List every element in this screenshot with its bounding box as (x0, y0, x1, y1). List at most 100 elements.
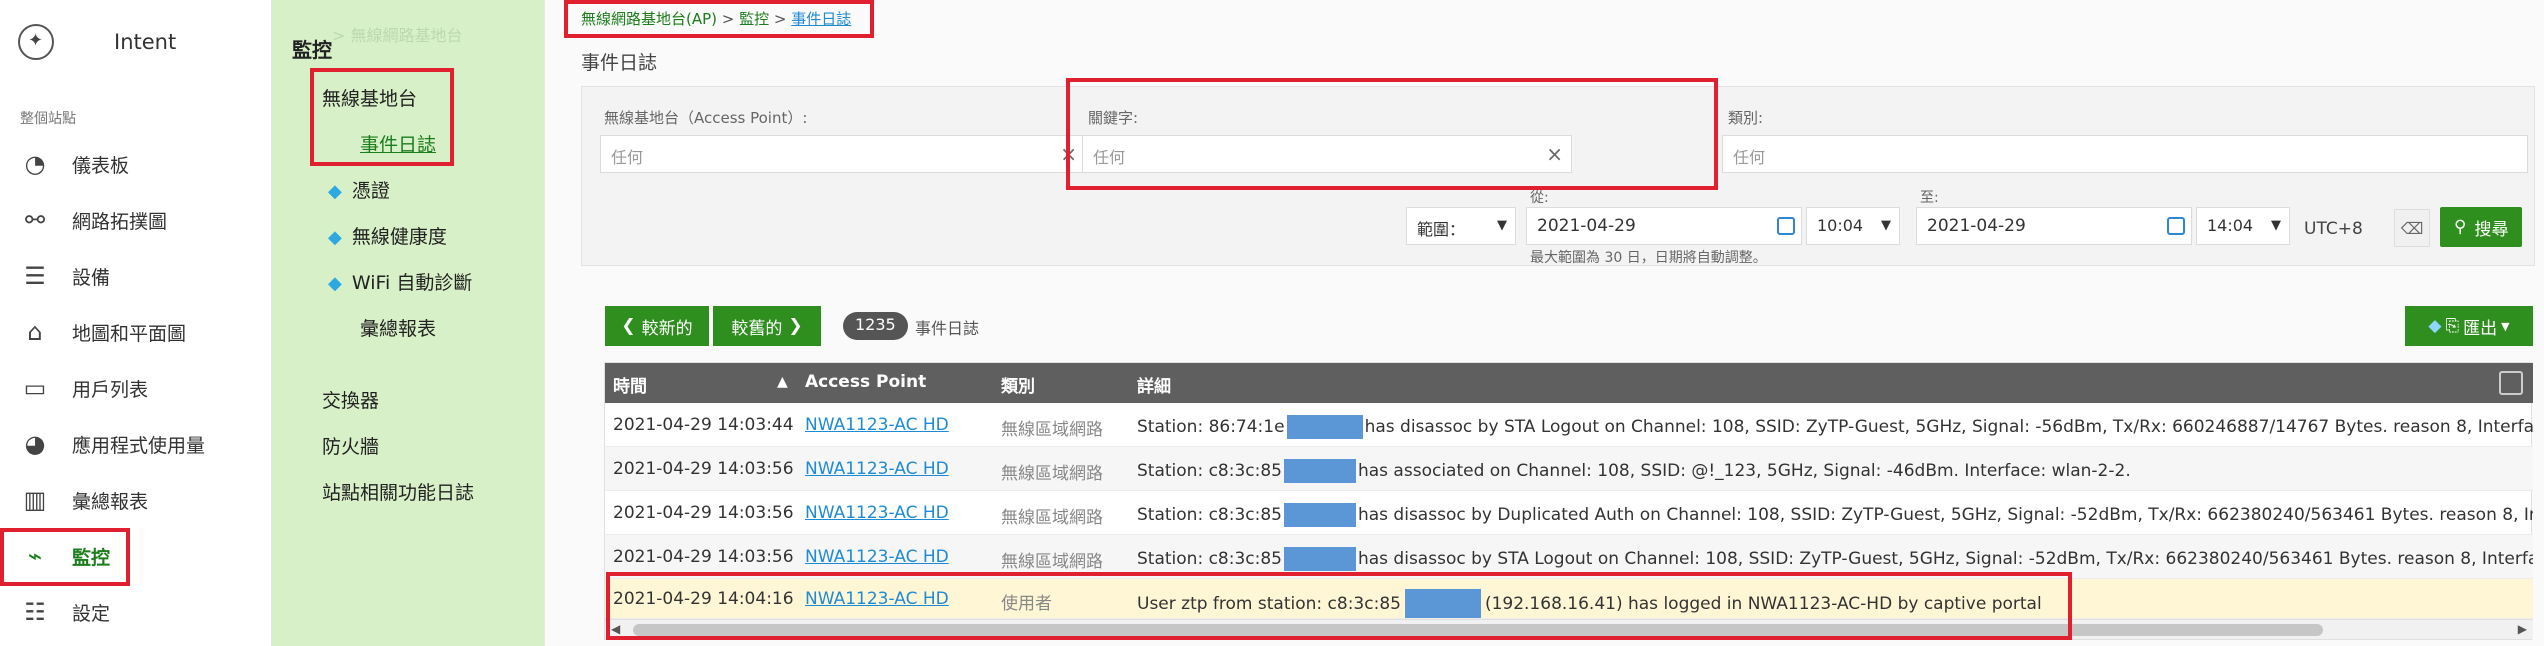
calendar-icon[interactable] (1777, 217, 1795, 235)
export-label: 匯出 (2463, 318, 2498, 339)
nav-label: 設定 (72, 602, 111, 625)
subnav-label: 憑證 (351, 180, 390, 202)
cell-ap-link[interactable]: NWA1123-AC HD (805, 547, 949, 567)
brand[interactable]: Intent (18, 22, 176, 62)
column-menu-icon[interactable] (2499, 371, 2523, 395)
cell-ap-link[interactable]: NWA1123-AC HD (805, 459, 949, 479)
newer-button[interactable]: ❮ 較新的 (605, 306, 709, 346)
to-time-value: 14:04 (2207, 216, 2254, 235)
annotation-monitor (0, 528, 130, 586)
ap-filter-input[interactable]: 任何 × (600, 135, 1086, 173)
subnav-item-site-logs[interactable]: 站點相關功能日誌 (322, 478, 474, 505)
subnav-item-wireless-health[interactable]: ◆ 無線健康度 (328, 222, 447, 249)
subnav-item-switch[interactable]: 交換器 (322, 386, 379, 413)
timezone-label: UTC+8 (2304, 219, 2363, 239)
page-title: 事件日誌 (581, 52, 658, 74)
calendar-icon[interactable] (2167, 217, 2185, 235)
from-date-input[interactable]: 2021-04-29 (1526, 207, 1802, 245)
cell-detail: Station: c8:3c:85 has associated on Chann… (1137, 459, 2131, 483)
newer-label: 較新的 (641, 318, 693, 339)
redaction-box (1286, 415, 1363, 439)
to-time-select[interactable]: 14:04 ▼ (2196, 207, 2290, 245)
from-date-value: 2021-04-29 (1537, 216, 1636, 236)
count-badge: 1235 (843, 312, 908, 340)
search-button[interactable]: ⚲ 搜尋 (2440, 207, 2523, 247)
cell-category: 無線區域網路 (1001, 464, 1103, 484)
nav-item-topology[interactable]: ⚯ 網路拓撲圖 (0, 196, 272, 244)
subnav-item-certificates[interactable]: ◆ 憑證 (328, 176, 390, 203)
annotation-login-row (606, 572, 2072, 640)
range-select[interactable]: 範圍： ▼ (1406, 207, 1516, 245)
detail-prefix: Station: c8:3c:85 (1137, 461, 1282, 481)
nav-item-clients[interactable]: ▭ 用戶列表 (0, 364, 272, 412)
cell-ap-link[interactable]: NWA1123-AC HD (805, 415, 949, 435)
chevron-down-icon: ▼ (2271, 218, 2281, 233)
table-row[interactable]: 2021-04-29 14:03:56 NWA1123-AC HD 無線區域網路… (605, 447, 2533, 491)
category-input[interactable]: 任何 (1722, 135, 2528, 173)
annotation-breadcrumb (564, 0, 874, 38)
chevron-down-icon: ▼ (2501, 319, 2510, 333)
detail-suffix: has disassoc by Duplicated Auth on Chann… (1357, 505, 2533, 525)
subnav-item-wifi-aid[interactable]: ◆ WiFi 自動診斷 (328, 268, 472, 295)
range-label: 範圍： (1417, 220, 1466, 239)
intent-logo-icon (18, 24, 54, 60)
nav-label: 應用程式使用量 (72, 434, 206, 457)
ap-filter-label: 無線基地台（Access Point）: (604, 109, 808, 127)
subnav-item-firewall[interactable]: 防火牆 (322, 432, 379, 459)
scroll-right-icon[interactable]: ▶ (2518, 622, 2527, 636)
site-section-label: 整個站點 (20, 111, 76, 127)
table-row[interactable]: 2021-04-29 14:03:44 NWA1123-AC HD 無線區域網路… (605, 403, 2533, 447)
cell-detail: Station: c8:3c:85 has disassoc by STA Log… (1137, 547, 2533, 571)
header-ap[interactable]: Access Point (805, 372, 926, 392)
to-date-input[interactable]: 2021-04-29 (1916, 207, 2192, 245)
nav-item-app-usage[interactable]: ◕ 應用程式使用量 (0, 420, 272, 468)
devices-icon: ☰ (24, 262, 46, 290)
cell-ap-link[interactable]: NWA1123-AC HD (805, 503, 949, 523)
redaction-box (1283, 503, 1356, 527)
search-label: 搜尋 (2474, 219, 2509, 240)
clear-filter-button[interactable]: ⌫ (2394, 209, 2430, 247)
nav-item-reports[interactable]: ▥ 彙總報表 (0, 476, 272, 524)
export-icon: ⎘ (2445, 316, 2460, 336)
cell-category: 無線區域網路 (1001, 508, 1103, 528)
annotation-keyword (1066, 78, 1718, 190)
diamond-icon: ◆ (328, 181, 342, 202)
nav-item-map[interactable]: ⌂ 地圖和平面圖 (0, 308, 272, 356)
table-row[interactable]: 2021-04-29 14:03:56 NWA1123-AC HD 無線區域網路… (605, 491, 2533, 535)
category-label: 類別: (1728, 109, 1764, 127)
cell-detail: Station: 86:74:1e has disassoc by STA Log… (1137, 415, 2533, 439)
app-root: Intent 整個站點 ◔ 儀表板 ⚯ 網路拓撲圖 ☰ 設備 ⌂ 地圖和平面圖 … (0, 0, 2544, 646)
to-date-value: 2021-04-29 (1927, 216, 2026, 236)
header-category[interactable]: 類別 (1001, 372, 1035, 397)
from-label: 從: (1530, 190, 1549, 206)
from-time-select[interactable]: 10:04 ▼ (1806, 207, 1900, 245)
topology-icon: ⚯ (24, 206, 46, 234)
nav-label: 彙總報表 (72, 490, 149, 513)
nav-item-settings[interactable]: ☷ 設定 (0, 588, 272, 636)
export-button[interactable]: ◆ ⎘ 匯出 ▼ (2405, 306, 2533, 346)
detail-prefix: Station: c8:3c:85 (1137, 549, 1282, 569)
redaction-box (1283, 547, 1356, 571)
nav-label: 儀表板 (72, 154, 130, 177)
nav-item-dashboard[interactable]: ◔ 儀表板 (0, 140, 272, 188)
nav-item-devices[interactable]: ☰ 設備 (0, 252, 272, 300)
subnav-item-summary-report[interactable]: 彙總報表 (360, 314, 436, 341)
range-hint: 最大範圍為 30 日，日期將自動調整。 (1530, 250, 1767, 266)
nav-label: 用戶列表 (72, 378, 149, 401)
cell-category: 無線區域網路 (1001, 420, 1103, 440)
ghost-text: > 無線網路基地台 (332, 26, 463, 45)
sort-asc-icon[interactable]: ▲ (777, 374, 788, 390)
header-detail[interactable]: 詳細 (1137, 372, 1171, 397)
cell-category: 無線區域網路 (1001, 552, 1103, 572)
map-icon: ⌂ (27, 318, 43, 346)
subnav-label: WiFi 自動診斷 (351, 272, 473, 294)
chevron-right-icon: ❯ (788, 316, 803, 336)
detail-suffix: has associated on Channel: 108, SSID: @!… (1357, 461, 2131, 481)
chevron-down-icon: ▼ (1497, 218, 1507, 233)
table-header: 時間 ▲ Access Point 類別 詳細 (605, 363, 2533, 403)
header-time[interactable]: 時間 (613, 372, 647, 397)
detail-suffix: has disassoc by STA Logout on Channel: 1… (1357, 549, 2533, 569)
older-button[interactable]: 較舊的 ❯ (713, 306, 821, 346)
nav-label: 地圖和平面圖 (72, 322, 187, 345)
detail-suffix: has disassoc by STA Logout on Channel: 1… (1364, 417, 2533, 437)
